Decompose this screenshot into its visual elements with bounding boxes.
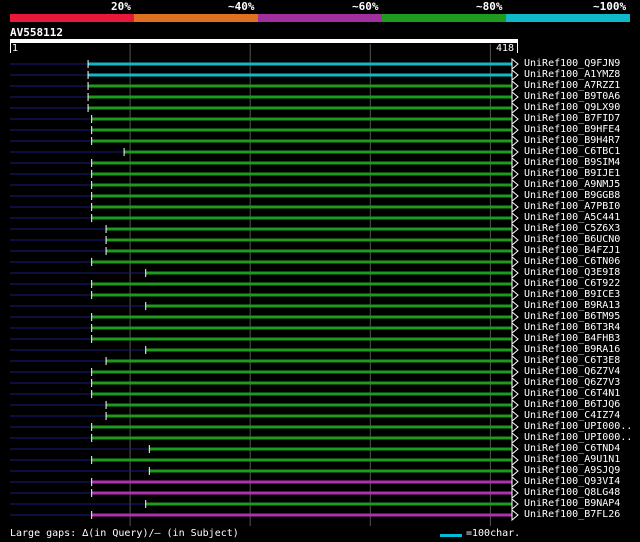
hit-name-link[interactable]: UniRef100_B4FZJ1 bbox=[524, 245, 620, 256]
hit-name-link[interactable]: UniRef100_Q8LG48 bbox=[524, 487, 620, 498]
blast-graphic: 20% ~40% ~60% ~80% ~100% AV558112 1 418 UniR… bbox=[0, 0, 640, 542]
hit-name-link[interactable]: UniRef100_B6TJQ6 bbox=[524, 399, 620, 410]
hit-arrow-icon bbox=[511, 420, 519, 434]
hit-arrow-icon bbox=[511, 57, 519, 71]
hit-arrow-icon bbox=[511, 453, 519, 467]
hit-name-link[interactable]: UniRef100_B6TM95 bbox=[524, 311, 620, 322]
scale-label: =100char. bbox=[466, 528, 521, 539]
hit-arrow-icon bbox=[511, 156, 519, 170]
hit-name-link[interactable]: UniRef100_A7PBI0 bbox=[524, 201, 620, 212]
hit-arrow-icon bbox=[511, 90, 519, 104]
hit-name-link[interactable]: UniRef100_B9T0A6 bbox=[524, 91, 620, 102]
hit-arrow-icon bbox=[511, 266, 519, 280]
hit-name-link[interactable]: UniRef100_UPI000.. bbox=[524, 432, 632, 443]
hit-arrow-icon bbox=[511, 211, 519, 225]
hit-name-link[interactable]: UniRef100_B6UCN0 bbox=[524, 234, 620, 245]
hit-arrow-icon bbox=[511, 431, 519, 445]
hit-name-link[interactable]: UniRef100_Q9LX90 bbox=[524, 102, 620, 113]
hit-arrow-icon bbox=[511, 464, 519, 478]
hit-name-link[interactable]: UniRef100_B9NAP4 bbox=[524, 498, 620, 509]
hit-name-link[interactable]: UniRef100_Q9FJN9 bbox=[524, 58, 620, 69]
scale-bar bbox=[440, 534, 462, 537]
hit-arrow-icon bbox=[511, 475, 519, 489]
hit-name-link[interactable]: UniRef100_A9U1N1 bbox=[524, 454, 620, 465]
hit-arrow-icon bbox=[511, 486, 519, 500]
hit-name-link[interactable]: UniRef100_C6T922 bbox=[524, 278, 620, 289]
hit-arrow-icon bbox=[511, 189, 519, 203]
hit-name-link[interactable]: UniRef100_Q3E9I8 bbox=[524, 267, 620, 278]
hit-arrow-icon bbox=[511, 68, 519, 82]
hit-arrow-icon bbox=[511, 321, 519, 335]
hit-name-link[interactable]: UniRef100_B9H4R7 bbox=[524, 135, 620, 146]
hit-name-link[interactable]: UniRef100_A1YMZ8 bbox=[524, 69, 620, 80]
hit-name-link[interactable]: UniRef100_B9RA16 bbox=[524, 344, 620, 355]
hit-name-link[interactable]: UniRef100_UPI000.. bbox=[524, 421, 632, 432]
hit-arrow-icon bbox=[511, 442, 519, 456]
hit-name-link[interactable]: UniRef100_B4FHB3 bbox=[524, 333, 620, 344]
hit-arrow-icon bbox=[511, 112, 519, 126]
hit-name-link[interactable]: UniRef100_A9NMJ5 bbox=[524, 179, 620, 190]
hit-arrow-icon bbox=[511, 387, 519, 401]
hit-name-link[interactable]: UniRef100_B7FID7 bbox=[524, 113, 620, 124]
hit-name-link[interactable]: UniRef100_B9SIM4 bbox=[524, 157, 620, 168]
hit-arrow-icon bbox=[511, 354, 519, 368]
hit-arrow-icon bbox=[511, 123, 519, 137]
hit-arrow-icon bbox=[511, 145, 519, 159]
hit-arrow-icon bbox=[511, 255, 519, 269]
hit-arrow-icon bbox=[511, 233, 519, 247]
hit-arrow-icon bbox=[511, 79, 519, 93]
hit-arrow-icon bbox=[511, 409, 519, 423]
hit-name-link[interactable]: UniRef100_C6T4N1 bbox=[524, 388, 620, 399]
hit-name-link[interactable]: UniRef100_Q6Z7V3 bbox=[524, 377, 620, 388]
hit-name-link[interactable]: UniRef100_B9HFE4 bbox=[524, 124, 620, 135]
hit-arrow-icon bbox=[511, 376, 519, 390]
hit-arrow-icon bbox=[511, 508, 519, 522]
hit-arrow-icon bbox=[511, 200, 519, 214]
hit-arrow-icon bbox=[511, 310, 519, 324]
hit-arrow-icon bbox=[511, 343, 519, 357]
hit-name-link[interactable]: UniRef100_B6T3R4 bbox=[524, 322, 620, 333]
hit-arrow-icon bbox=[511, 277, 519, 291]
hit-arrow-icon bbox=[511, 365, 519, 379]
hit-arrow-icon bbox=[511, 167, 519, 181]
hit-arrow-icon bbox=[511, 288, 519, 302]
hit-name-link[interactable]: UniRef100_C6TN06 bbox=[524, 256, 620, 267]
hit-arrow-icon bbox=[511, 178, 519, 192]
hit-arrow-icon bbox=[511, 134, 519, 148]
hit-name-link[interactable]: UniRef100_B9RA13 bbox=[524, 300, 620, 311]
hit-arrow-icon bbox=[511, 332, 519, 346]
hit-arrow-icon bbox=[511, 497, 519, 511]
hit-name-link[interactable]: UniRef100_A7RZZ1 bbox=[524, 80, 620, 91]
hit-name-link[interactable]: UniRef100_A9SJQ9 bbox=[524, 465, 620, 476]
hit-name-link[interactable]: UniRef100_C4IZ74 bbox=[524, 410, 620, 421]
footer-gap-legend: Large gaps: ∆(in Query)/– (in Subject) bbox=[10, 528, 239, 539]
hit-arrow-icon bbox=[511, 101, 519, 115]
hit-arrow-icon bbox=[511, 222, 519, 236]
hit-name-link[interactable]: UniRef100_C6T3E8 bbox=[524, 355, 620, 366]
hit-name-link[interactable]: UniRef100_Q6Z7V4 bbox=[524, 366, 620, 377]
hit-name-link[interactable]: UniRef100_B9GGB8 bbox=[524, 190, 620, 201]
hit-name-link[interactable]: UniRef100_C6TND4 bbox=[524, 443, 620, 454]
hit-name-link[interactable]: UniRef100_Q93VI4 bbox=[524, 476, 620, 487]
hit-arrow-icon bbox=[511, 244, 519, 258]
hit-name-link[interactable]: UniRef100_B9IJE1 bbox=[524, 168, 620, 179]
hit-name-link[interactable]: UniRef100_A5C441 bbox=[524, 212, 620, 223]
hit-name-link[interactable]: UniRef100_C6TBC1 bbox=[524, 146, 620, 157]
hit-name-link[interactable]: UniRef100_C5Z6X3 bbox=[524, 223, 620, 234]
hit-arrow-icon bbox=[511, 299, 519, 313]
hit-name-link[interactable]: UniRef100_B7FL26 bbox=[524, 509, 620, 520]
hit-arrow-icon bbox=[511, 398, 519, 412]
hit-name-link[interactable]: UniRef100_B9ICE3 bbox=[524, 289, 620, 300]
